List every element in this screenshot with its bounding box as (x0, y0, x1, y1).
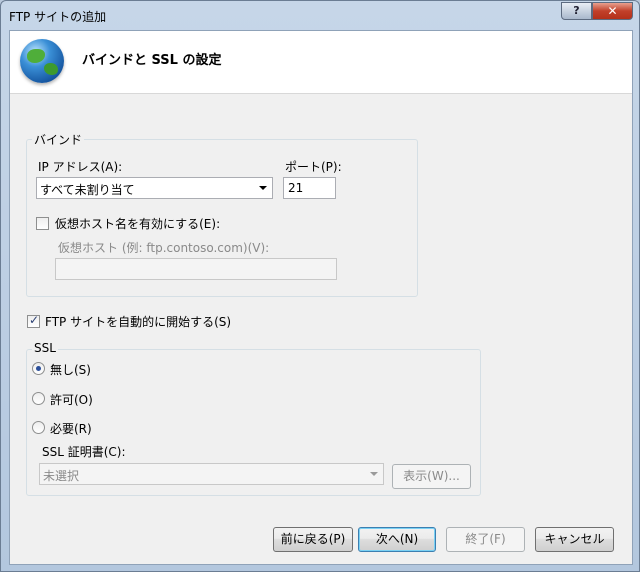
virtual-host-checkbox[interactable] (36, 217, 49, 230)
view-certificate-button[interactable]: 表示(W)... (392, 464, 471, 489)
port-input[interactable]: 21 (283, 177, 336, 199)
ip-address-value: すべて未割り当て (40, 183, 135, 197)
ssl-allow-radio[interactable] (32, 392, 45, 405)
dialog-window: FTP サイトの追加 ? ✕ バインドと SSL の設定 バインド IP アドレ… (0, 0, 640, 572)
ssl-none-radio[interactable] (32, 362, 45, 375)
port-label: ポート(P): (285, 160, 342, 174)
finish-button[interactable]: 終了(F) (446, 527, 525, 552)
virtual-host-checkbox-label[interactable]: 仮想ホスト名を有効にする(E): (55, 215, 220, 232)
ssl-require-label[interactable]: 必要(R) (50, 420, 92, 437)
ssl-certificate-value: 未選択 (43, 469, 80, 483)
cancel-button[interactable]: キャンセル (535, 527, 614, 552)
next-button[interactable]: 次へ(N) (358, 527, 436, 552)
ssl-certificate-dropdown[interactable]: 未選択 (39, 463, 384, 485)
page-title: バインドと SSL の設定 (82, 53, 222, 68)
chevron-down-icon (370, 472, 378, 476)
help-button[interactable]: ? (561, 2, 592, 20)
close-button[interactable]: ✕ (592, 2, 633, 20)
ssl-none-label[interactable]: 無し(S) (50, 361, 91, 378)
dialog-content: バインドと SSL の設定 バインド IP アドレス(A): すべて未割り当て … (9, 30, 633, 565)
window-title: FTP サイトの追加 (9, 10, 107, 24)
ssl-allow-label[interactable]: 許可(O) (50, 391, 93, 408)
ssl-certificate-label: SSL 証明書(C): (42, 445, 126, 459)
title-bar[interactable]: FTP サイトの追加 ? ✕ (1, 1, 639, 29)
auto-start-label[interactable]: FTP サイトを自動的に開始する(S) (45, 313, 231, 330)
port-value: 21 (288, 181, 304, 195)
ssl-legend: SSL (32, 341, 58, 355)
auto-start-checkbox[interactable] (27, 313, 40, 328)
header-banner: バインドと SSL の設定 (10, 31, 632, 94)
ip-address-dropdown[interactable]: すべて未割り当て (36, 177, 273, 199)
globe-icon (20, 39, 64, 83)
virtual-host-input[interactable] (55, 258, 337, 280)
binding-legend: バインド (32, 131, 85, 148)
virtual-host-label: 仮想ホスト (例: ftp.contoso.com)(V): (58, 241, 270, 255)
ssl-require-radio[interactable] (32, 421, 45, 434)
ip-address-label: IP アドレス(A): (38, 160, 123, 174)
back-button[interactable]: 前に戻る(P) (273, 527, 353, 552)
chevron-down-icon (259, 186, 267, 190)
